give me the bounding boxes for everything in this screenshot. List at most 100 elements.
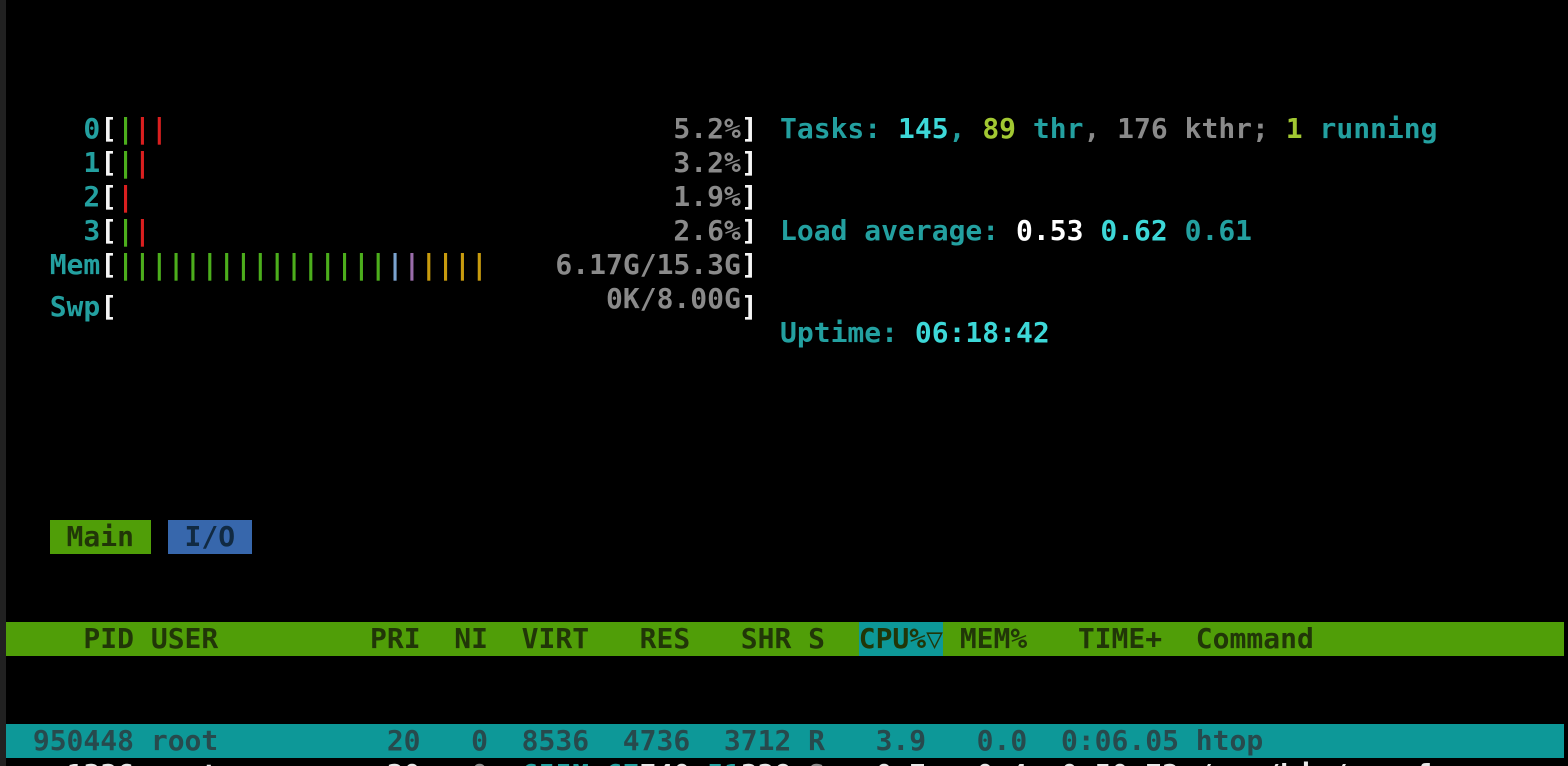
header-pri[interactable]: PRI [370, 622, 421, 656]
cell-virt-text: 655M [522, 758, 589, 766]
header-mem[interactable]: MEM% [960, 622, 1027, 656]
cell-mem: 0.4 [960, 758, 1027, 766]
meter-tick: | [252, 248, 269, 282]
meter-tick: | [117, 146, 134, 180]
meter-value: 6.17G/15.3G [555, 248, 740, 282]
cell-arrow-gap [926, 724, 943, 758]
cell-pid: 1336 [16, 758, 134, 766]
tasks-text: , 176 kthr; [1083, 112, 1285, 145]
cell-command-text: htop [1196, 724, 1263, 757]
meter-close-bracket: ] [741, 112, 758, 145]
meter-bar: ||2.6% [117, 214, 741, 248]
meter-bar: 0K/8.00G [117, 282, 741, 316]
meter-tick: | [168, 248, 185, 282]
uptime-text: 06:18:42 [915, 316, 1050, 349]
tasks-text: 145 [898, 112, 949, 145]
cell-res-text: 67 [606, 758, 640, 766]
header-time[interactable]: TIME+ [1027, 622, 1179, 656]
meter-close-bracket: ] [741, 146, 758, 179]
meter-open-bracket: [ [100, 112, 117, 145]
cell-cpu-text: 3.9 [876, 724, 927, 757]
meter-value: 5.2% [673, 112, 740, 146]
meter-tick: | [185, 248, 202, 282]
meter-tick: | [302, 248, 319, 282]
cell-ni: 0 [437, 724, 488, 758]
cell-mem: 0.0 [960, 724, 1027, 758]
table-header[interactable]: PID USERPRI NI VIRT RES SHR S CPU%▽ MEM%TIME+ Com… [6, 622, 1564, 656]
cell-shr: 3712 [707, 724, 791, 758]
meter-tick: | [336, 248, 353, 282]
tab-io[interactable]: I/O [168, 520, 252, 554]
process-list: 950448root200853647363712R3.9 0.00:06.05… [16, 724, 1568, 766]
meter-open-bracket: [ [100, 214, 117, 247]
tab-main[interactable]: Main [50, 520, 151, 554]
header-user[interactable]: USER [151, 622, 370, 656]
cell-mem-text: 0.0 [977, 724, 1028, 757]
system-info: Tasks: 145, 89 thr, 176 kthr; 1 running … [780, 44, 1437, 418]
header-command[interactable]: Command [1196, 622, 1314, 656]
meter-tick: | [437, 248, 454, 282]
meter-close-bracket: ] [741, 214, 758, 247]
meter-tick: | [286, 248, 303, 282]
header-s[interactable]: S [808, 622, 825, 656]
load-average-text: 0.61 [1185, 214, 1252, 247]
meter-tick: | [370, 248, 387, 282]
meter-tick: | [471, 248, 488, 282]
meter-tick: | [134, 214, 151, 248]
cell-shr-text: 3712 [724, 724, 791, 757]
cell-res: 4736 [606, 724, 690, 758]
tasks-text: 1 [1286, 112, 1303, 145]
tasks-text: running [1303, 112, 1438, 145]
cell-cpu: 0.7 [859, 758, 926, 766]
cell-shr-text: 328 [741, 758, 792, 766]
meter-tick: | [201, 248, 218, 282]
cell-arrow-gap [926, 758, 943, 766]
process-row[interactable]: 1336root200655M6774051328S0.7 0.40:50.72… [16, 758, 1568, 766]
meter-bar: |||5.2% [117, 112, 741, 146]
cell-state: S [808, 758, 825, 766]
meter-tick: | [387, 248, 404, 282]
meter-bar: ||||||||||||||||||||||6.17G/15.3G [117, 248, 741, 282]
uptime-line: Uptime: 06:18:42 [780, 316, 1437, 350]
meter-label: 2 [16, 180, 100, 214]
load-average-text: 0.53 [1016, 214, 1100, 247]
meter-bar: ||3.2% [117, 146, 741, 180]
process-row[interactable]: 950448root200853647363712R3.9 0.00:06.05… [6, 724, 1564, 758]
meter-tick: | [117, 248, 134, 282]
cell-pri: 20 [370, 758, 421, 766]
cell-res-text: 4736 [623, 724, 690, 757]
meter-close-bracket: ] [741, 248, 758, 281]
meter-tick: | [151, 112, 168, 146]
cell-cpu: 3.9 [859, 724, 926, 758]
cell-cpu-text: 0.7 [876, 758, 927, 766]
meter-tick: | [319, 248, 336, 282]
meter-close-bracket: ] [741, 180, 758, 213]
meter-tick: | [151, 248, 168, 282]
meter-label: 1 [16, 146, 100, 180]
meter-tick: | [454, 248, 471, 282]
cell-shr-text: 51 [707, 758, 741, 766]
uptime-text: Uptime: [780, 316, 915, 349]
cell-time: 0:06.05 [1027, 724, 1179, 758]
cell-user: root [151, 758, 370, 766]
header-ni[interactable]: NI [437, 622, 488, 656]
meter-open-bracket: [ [100, 146, 117, 179]
header-virt[interactable]: VIRT [505, 622, 589, 656]
meter-tick: | [269, 248, 286, 282]
cell-time: 0:50.72 [1027, 758, 1179, 766]
tab-bar: Main I/O [16, 520, 1568, 554]
cell-res-text: 740 [640, 758, 691, 766]
spacer-row [16, 418, 1568, 452]
meter-label: 0 [16, 112, 100, 146]
htop-terminal: 0[|||5.2%]1[||3.2%]2[|1.9%]3[||2.6%]Mem[… [0, 0, 1568, 766]
cell-command: /usr/bin/pmxcfs [1196, 758, 1449, 766]
meter-open-bracket: [ [100, 180, 117, 213]
header-cpu[interactable]: CPU% [859, 622, 926, 656]
header-sort-arrow[interactable]: ▽ [926, 622, 943, 656]
meter-tick: | [117, 112, 134, 146]
header-shr[interactable]: SHR [707, 622, 791, 656]
header-res[interactable]: RES [606, 622, 690, 656]
header-pid[interactable]: PID [16, 622, 134, 656]
load-average-text: 0.62 [1100, 214, 1184, 247]
tasks-text: Tasks: [780, 112, 898, 145]
